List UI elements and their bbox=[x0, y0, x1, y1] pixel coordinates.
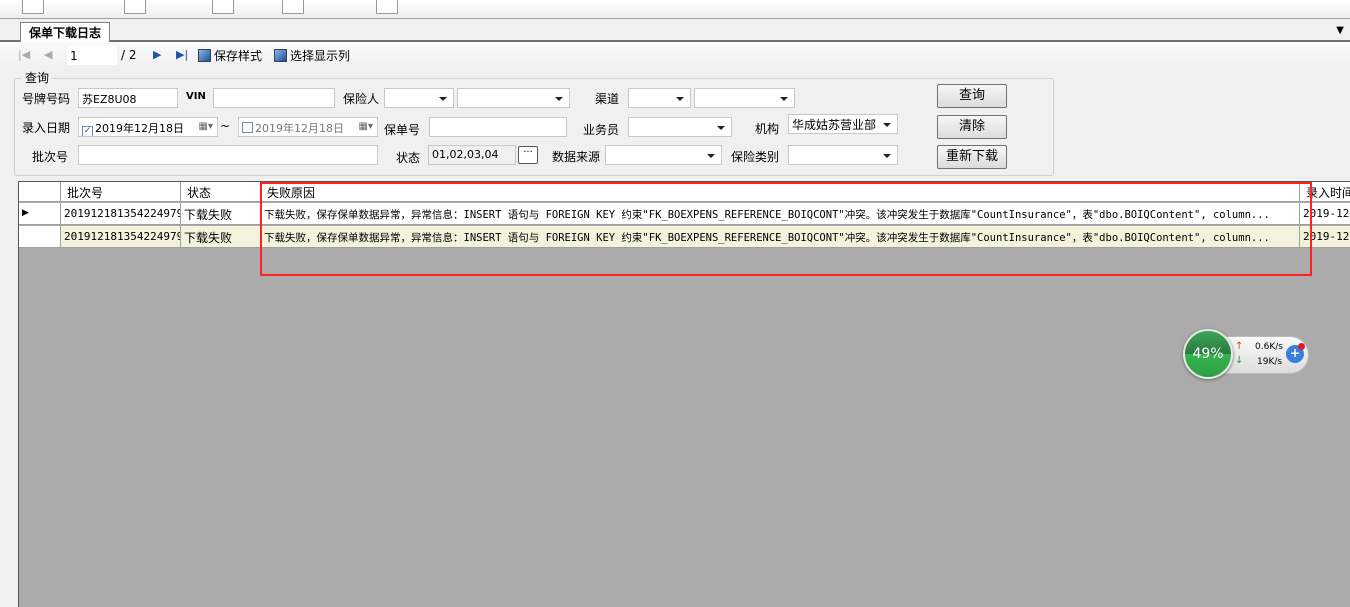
plate-label: 号牌号码 bbox=[22, 92, 71, 106]
checkbox-unchecked-icon[interactable] bbox=[242, 122, 253, 133]
tab-download-log[interactable]: 保单下载日志 bbox=[20, 22, 111, 42]
query-group-title: 查询 bbox=[22, 69, 53, 86]
date-separator: ~ bbox=[220, 119, 231, 133]
batch-label: 批次号 bbox=[32, 150, 69, 164]
page-input[interactable] bbox=[67, 46, 117, 65]
salesman-select[interactable] bbox=[628, 117, 732, 137]
date-to-picker[interactable]: 2019年12月18日 ▦▾ bbox=[238, 117, 378, 137]
status-cell: 下载失败 bbox=[181, 203, 261, 224]
choose-columns-button[interactable]: 选择显示列 bbox=[274, 47, 350, 64]
insured-label: 保险人 bbox=[343, 92, 380, 106]
source-select[interactable] bbox=[605, 145, 722, 165]
notification-dot bbox=[1298, 343, 1305, 350]
channel-sub-select[interactable] bbox=[694, 88, 795, 108]
checkbox-checked-icon[interactable]: ✓ bbox=[82, 126, 93, 136]
status-label: 状态 bbox=[396, 151, 421, 165]
tab-dropdown-icon[interactable]: ▼ bbox=[1336, 25, 1344, 36]
cpu-gauge: 49% bbox=[1183, 329, 1233, 379]
upload-speed: 0.6K/s bbox=[1255, 342, 1283, 352]
policy-label: 保单号 bbox=[384, 123, 421, 137]
batch-cell: 201912181354224979 bbox=[61, 203, 181, 224]
channel-select[interactable] bbox=[628, 88, 691, 108]
status-input[interactable]: 01,02,03,04 bbox=[428, 145, 516, 165]
upload-arrow-icon: ↑ bbox=[1235, 341, 1244, 352]
column-header[interactable]: 批次号 bbox=[61, 182, 181, 201]
redownload-button[interactable]: 重新下载 bbox=[937, 145, 1007, 169]
toolbar-icon[interactable] bbox=[282, 0, 304, 14]
org-select[interactable]: 华成姑苏营业部 bbox=[788, 114, 898, 134]
vin-label: VIN bbox=[186, 91, 206, 102]
next-page-icon[interactable]: ▶ bbox=[153, 48, 161, 61]
salesman-label: 业务员 bbox=[583, 123, 620, 137]
row-indicator-header bbox=[19, 182, 61, 201]
calendar-icon[interactable]: ▦▾ bbox=[199, 121, 213, 132]
first-page-icon[interactable]: |◀ bbox=[18, 48, 30, 61]
status-browse-button[interactable]: ··· bbox=[518, 146, 538, 164]
toolbar-icon[interactable] bbox=[376, 0, 398, 14]
tab-strip: 保单下载日志 ▼ bbox=[0, 20, 1350, 42]
plate-input[interactable]: 苏EZ8U08 bbox=[78, 88, 178, 108]
source-label: 数据来源 bbox=[552, 150, 601, 164]
insured-select[interactable] bbox=[384, 88, 454, 108]
download-arrow-icon: ↓ bbox=[1235, 355, 1244, 366]
column-header[interactable]: 状态 bbox=[181, 182, 261, 201]
page-total: / 2 bbox=[121, 48, 137, 62]
policy-input[interactable] bbox=[429, 117, 567, 137]
query-button[interactable]: 查询 bbox=[937, 84, 1007, 108]
calendar-icon[interactable]: ▦▾ bbox=[359, 121, 373, 132]
main-toolbar bbox=[0, 0, 1350, 19]
date-label: 录入日期 bbox=[22, 121, 71, 135]
prev-page-icon[interactable]: ◀ bbox=[44, 48, 52, 61]
highlight-annotation bbox=[260, 182, 1312, 276]
row-indicator bbox=[19, 226, 61, 247]
batch-cell: 201912181354224979 bbox=[61, 226, 181, 247]
clear-button[interactable]: 清除 bbox=[937, 115, 1007, 139]
last-page-icon[interactable]: ▶| bbox=[176, 48, 188, 61]
batch-input[interactable] bbox=[78, 145, 378, 165]
navigator-toolbar: |◀ ◀ / 2 ▶ ▶| 保存样式 选择显示列 bbox=[0, 42, 1350, 68]
insured-sub-select[interactable] bbox=[457, 88, 570, 108]
image-icon bbox=[274, 49, 287, 62]
toolbar-icon[interactable] bbox=[22, 0, 44, 14]
channel-label: 渠道 bbox=[595, 92, 620, 106]
vin-input[interactable] bbox=[213, 88, 335, 108]
org-label: 机构 bbox=[755, 122, 780, 136]
type-label: 保险类别 bbox=[731, 150, 780, 164]
download-speed: 19K/s bbox=[1257, 357, 1283, 367]
save-style-button[interactable]: 保存样式 bbox=[198, 47, 262, 64]
current-row-icon: ▶ bbox=[19, 203, 61, 224]
status-cell: 下载失败 bbox=[181, 226, 261, 247]
type-select[interactable] bbox=[788, 145, 898, 165]
image-icon bbox=[198, 49, 211, 62]
date-from-picker[interactable]: ✓ 2019年12月18日 ▦▾ bbox=[78, 117, 218, 137]
toolbar-icon[interactable] bbox=[212, 0, 234, 14]
toolbar-icon[interactable] bbox=[124, 0, 146, 14]
